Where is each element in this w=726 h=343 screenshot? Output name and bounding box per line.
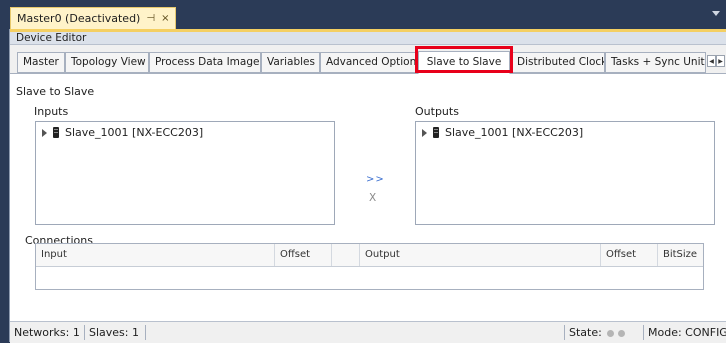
document-tabstrip: Master0 (Deactivated) ⊣ × <box>0 0 726 29</box>
outputs-label: Outputs <box>415 105 459 118</box>
state-indicator: State: <box>569 322 627 343</box>
outputs-tree[interactable]: Slave_1001 [NX-ECC203] <box>415 121 715 225</box>
editor-header: Device Editor <box>10 29 726 45</box>
tab-distributed-clocks[interactable]: Distributed Clocks <box>510 52 605 73</box>
page-title: Slave to Slave <box>16 85 95 98</box>
divider <box>145 325 146 340</box>
divider <box>564 325 565 340</box>
state-label: State: <box>569 326 602 339</box>
tree-item-label: Slave_1001 [NX-ECC203] <box>65 126 204 139</box>
device-icon <box>53 127 59 138</box>
column-bitsize[interactable]: BitSize <box>658 244 703 266</box>
unmap-button[interactable]: X <box>369 192 376 204</box>
divider <box>84 325 85 340</box>
document-tab-title: Master0 (Deactivated) <box>17 12 141 25</box>
state-led-icon <box>607 329 615 337</box>
inputs-tree[interactable]: Slave_1001 [NX-ECC203] <box>35 121 335 225</box>
status-bar: Networks: 1 Slaves: 1 State: Mode: CONFI… <box>10 321 726 343</box>
tab-topology-view[interactable]: Topology View <box>65 52 149 73</box>
state-led-icon <box>618 329 626 337</box>
mode-indicator: Mode: CONFIG <box>648 326 726 339</box>
divider <box>643 325 644 340</box>
slaves-count: Slaves: 1 <box>89 326 139 339</box>
inputs-label: Inputs <box>34 105 69 118</box>
connections-table[interactable]: Input Offset Output Offset BitSize <box>35 243 704 290</box>
table-header: Input Offset Output Offset BitSize <box>36 244 703 267</box>
device-icon <box>433 127 439 138</box>
tab-process-data-image[interactable]: Process Data Image <box>149 52 261 73</box>
tree-item[interactable]: Slave_1001 [NX-ECC203] <box>42 126 203 139</box>
expand-arrow-icon[interactable] <box>42 128 47 137</box>
device-editor: Device Editor Master Topology View Proce… <box>9 29 726 343</box>
expand-arrow-icon[interactable] <box>422 128 427 137</box>
tab-master[interactable]: Master <box>17 52 65 73</box>
tab-scroll-right-icon[interactable]: ▶ <box>716 55 725 67</box>
column-output-offset[interactable]: Offset <box>601 244 658 266</box>
column-input[interactable]: Input <box>36 244 275 266</box>
document-tab-master0[interactable]: Master0 (Deactivated) ⊣ × <box>10 7 177 29</box>
tree-item[interactable]: Slave_1001 [NX-ECC203] <box>422 126 583 139</box>
close-icon[interactable]: × <box>161 13 169 24</box>
map-button[interactable]: >> <box>366 174 385 185</box>
pin-icon[interactable]: ⊣ <box>146 13 155 24</box>
tab-overflow-icon[interactable] <box>712 11 720 16</box>
tree-item-label: Slave_1001 [NX-ECC203] <box>445 126 584 139</box>
networks-count: Networks: 1 <box>14 326 80 339</box>
column-offset[interactable]: Offset <box>275 244 332 266</box>
column-blank[interactable] <box>332 244 360 266</box>
tab-variables[interactable]: Variables <box>261 52 320 73</box>
tab-tasks-sync-unit[interactable]: Tasks + Sync Unit <box>605 52 706 73</box>
tab-advanced-options[interactable]: Advanced Options <box>320 52 419 73</box>
column-output[interactable]: Output <box>360 244 601 266</box>
editor-tabrow: Master Topology View Process Data Image … <box>10 46 726 74</box>
tab-scroll-left-icon[interactable]: ◀ <box>707 55 716 67</box>
tab-slave-to-slave[interactable]: Slave to Slave <box>418 51 510 74</box>
